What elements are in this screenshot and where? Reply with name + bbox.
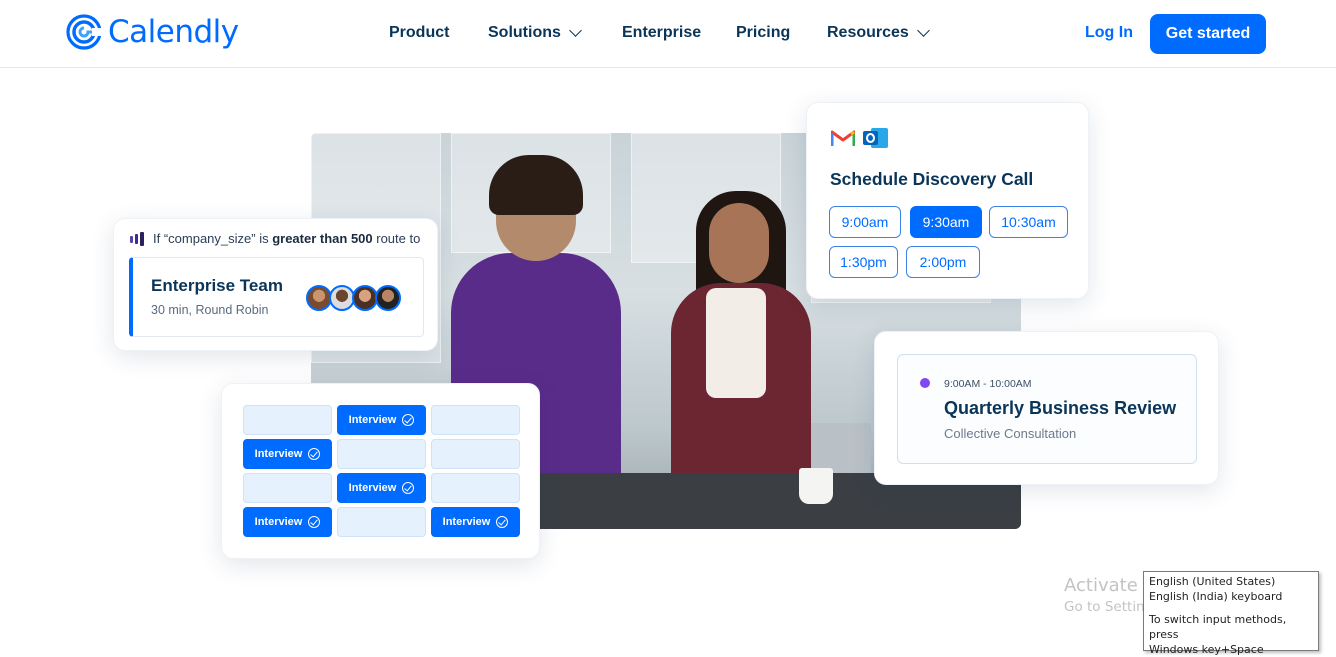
interview-label: Interview [442,516,491,528]
nav-solutions[interactable]: Solutions [488,24,582,42]
interview-slot-empty[interactable] [431,405,520,435]
event-card: 9:00AM - 10:00AM Quarterly Business Revi… [874,331,1219,485]
brand-name: Calendly [108,14,239,50]
login-link[interactable]: Log In [1085,24,1133,42]
rule-prefix: If “company_size” is [153,231,273,246]
interview-grid-card: Interview Interview Interview Interview Inte… [221,383,540,559]
person-hair [489,155,583,215]
nav-solutions-label: Solutions [488,24,561,41]
time-slot-button[interactable]: 1:30pm [829,246,898,278]
nav-product[interactable]: Product [389,24,449,42]
rule-suffix: route to [372,231,421,246]
routing-card: If “company_size” is greater than 500 ro… [113,218,438,351]
interview-slot-empty[interactable] [431,473,520,503]
time-slot-button[interactable]: 9:00am [829,206,901,238]
interview-slot-empty[interactable] [243,473,332,503]
check-circle-icon [402,414,415,426]
event-time: 9:00AM - 10:00AM [944,378,1032,390]
routing-rule: If “company_size” is greater than 500 ro… [130,231,420,246]
interview-slot-booked[interactable]: Interview [337,405,426,435]
interview-slot-empty[interactable] [243,405,332,435]
nav-pricing[interactable]: Pricing [736,24,790,42]
rule-condition: greater than 500 [272,231,373,246]
nav-enterprise[interactable]: Enterprise [622,24,701,42]
nav-pricing-label: Pricing [736,24,791,41]
interview-slot-booked[interactable]: Interview [431,507,520,537]
outlook-icon [863,128,888,148]
check-circle-icon [308,516,321,528]
interview-grid: Interview Interview Interview Interview Inte… [243,405,520,537]
team-name: Enterprise Team [151,276,283,295]
routing-icon [130,231,144,246]
calendly-logo-icon [66,14,102,50]
gmail-icon [831,130,855,146]
schedule-card: Schedule Discovery Call 9:00am 9:30am 10… [806,102,1089,299]
schedule-title: Schedule Discovery Call [830,169,1034,189]
chevron-down-icon [916,24,930,37]
nav-resources-label: Resources [827,24,909,41]
ime-hint: Windows key+Space [1149,643,1264,656]
interview-slot-booked[interactable]: Interview [337,473,426,503]
check-circle-icon [308,448,321,460]
avatar [375,285,401,311]
ime-hint: To switch input methods, press [1149,613,1287,641]
person-head [709,203,769,283]
chevron-down-icon [569,24,582,37]
integration-icons [831,127,889,149]
event-color-dot-icon [920,378,930,388]
nav-resources[interactable]: Resources [827,24,930,42]
team-avatars [306,285,401,311]
event-title: Quarterly Business Review [944,398,1177,418]
interview-slot-booked[interactable]: Interview [243,507,332,537]
top-navigation: Calendly Product Solutions Enterprise Pr… [0,0,1336,68]
time-slot-button-selected[interactable]: 9:30am [910,206,982,238]
team-card[interactable]: Enterprise Team 30 min, Round Robin [129,257,424,337]
get-started-button[interactable]: Get started [1150,14,1266,54]
interview-slot-empty[interactable] [337,439,426,469]
check-circle-icon [496,516,509,528]
interview-label: Interview [348,482,397,494]
calendly-logo[interactable]: Calendly [66,14,239,50]
team-meta: 30 min, Round Robin [151,303,269,317]
interview-slot-booked[interactable]: Interview [243,439,332,469]
event-details[interactable]: 9:00AM - 10:00AM Quarterly Business Revi… [897,354,1197,464]
event-subtitle: Collective Consultation [944,426,1077,441]
interview-label: Interview [348,414,397,426]
coffee-mug [799,468,833,504]
ime-language: English (United States) [1149,575,1276,588]
time-slot-button[interactable]: 10:30am [989,206,1068,238]
interview-label: Interview [254,516,303,528]
interview-slot-empty[interactable] [431,439,520,469]
interview-slot-empty[interactable] [337,507,426,537]
nav-enterprise-label: Enterprise [622,24,702,41]
check-circle-icon [402,482,415,494]
ime-keyboard: English (India) keyboard [1149,590,1283,603]
input-method-tooltip: English (United States) English (India) … [1143,571,1319,656]
nav-product-label: Product [389,24,450,41]
person-shirt [706,288,766,398]
interview-label: Interview [254,448,303,460]
time-slot-button[interactable]: 2:00pm [906,246,980,278]
